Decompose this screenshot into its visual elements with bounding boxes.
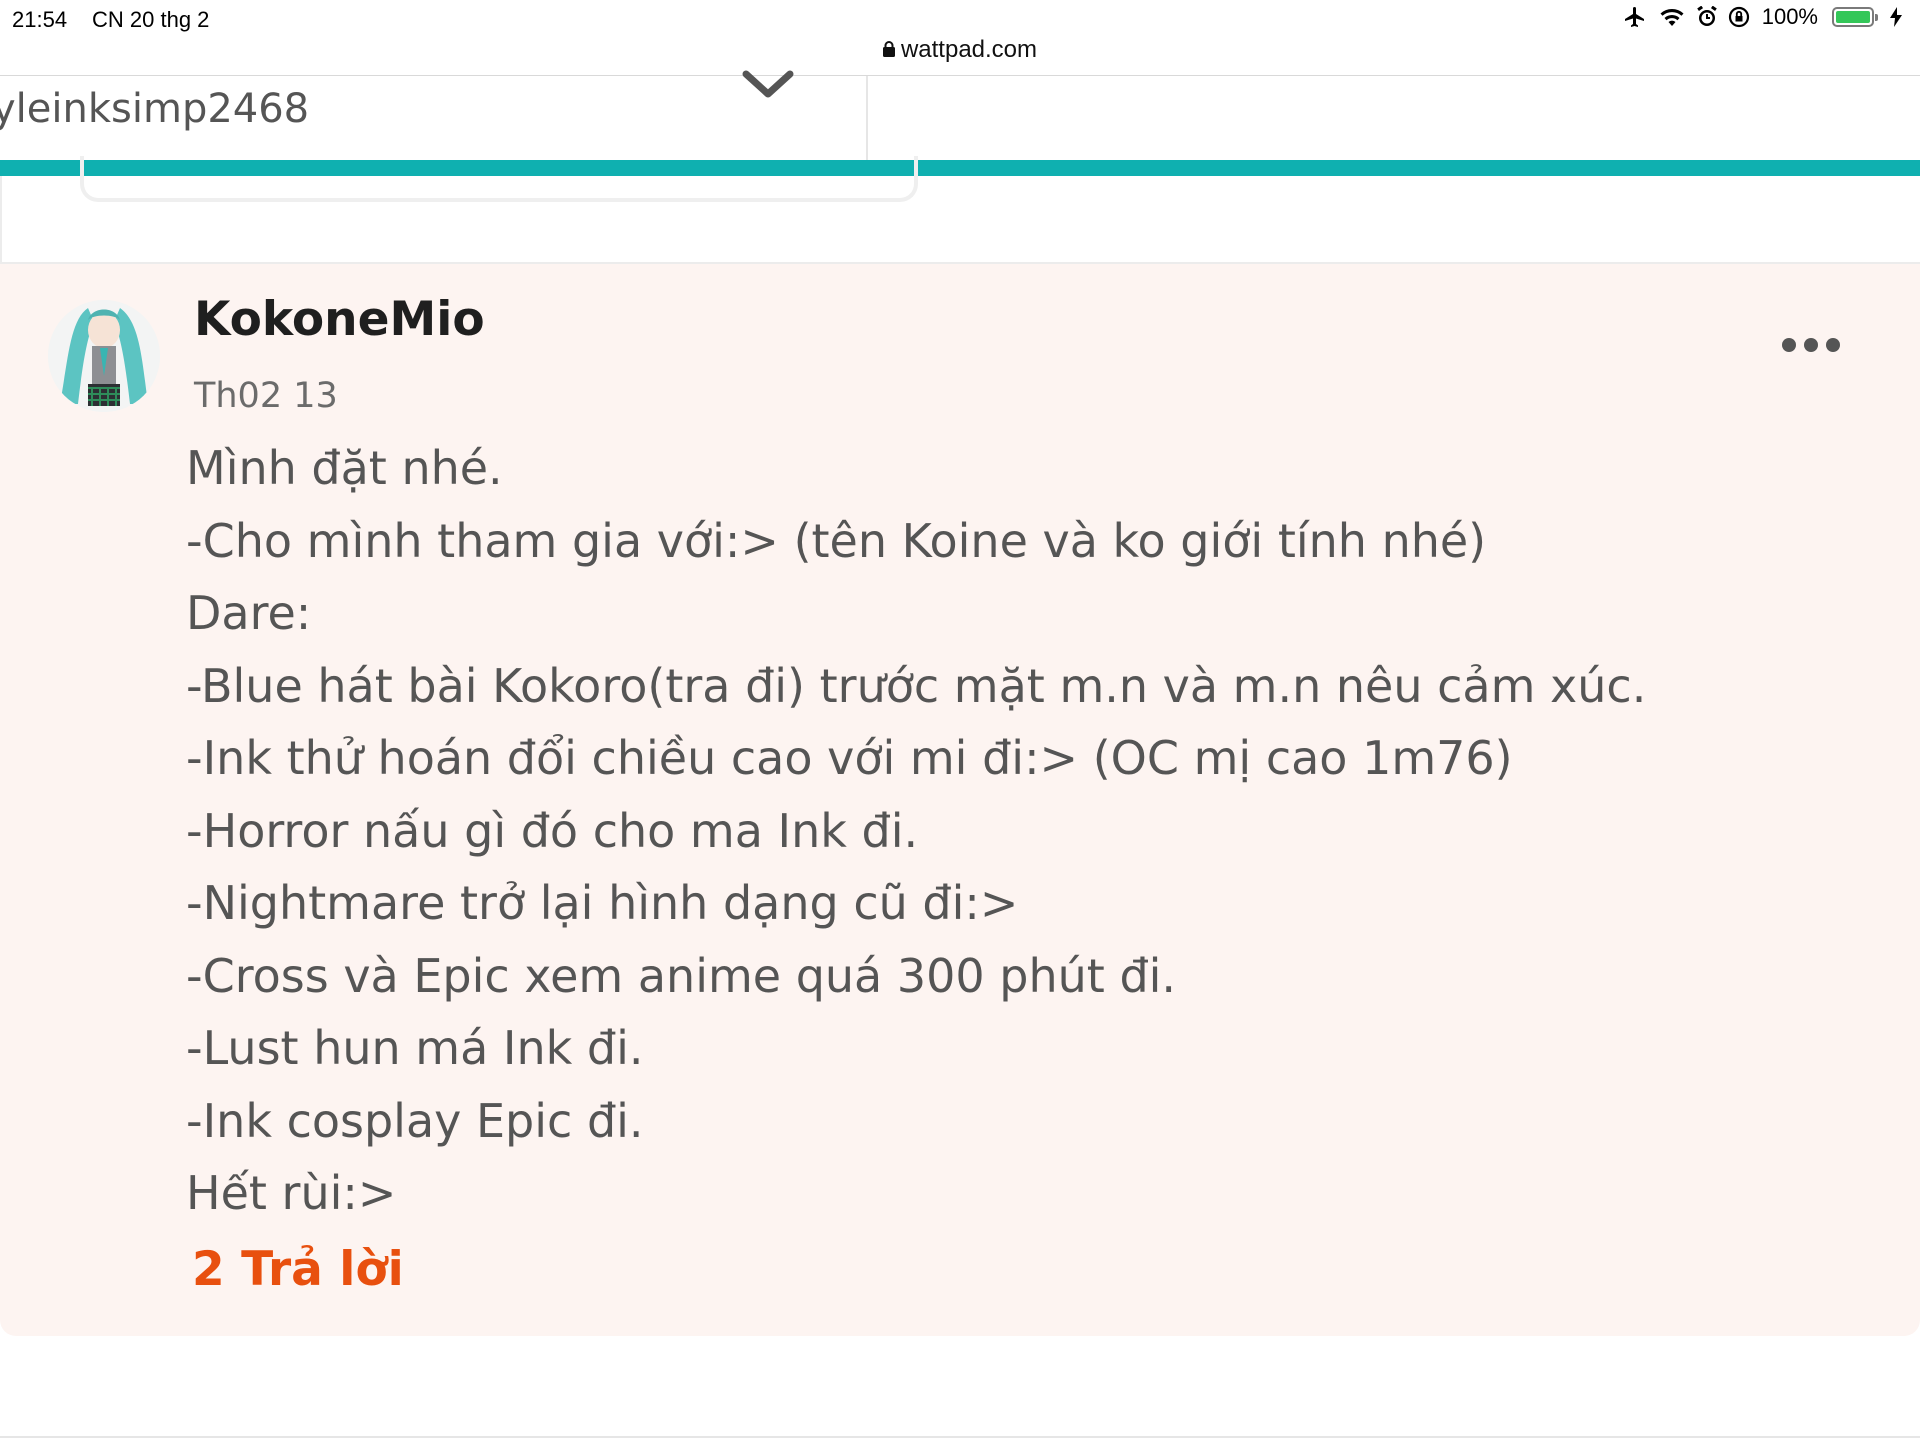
lock-icon <box>882 36 895 64</box>
more-dot <box>1826 338 1840 352</box>
dropdown-card-edge <box>80 156 918 202</box>
wifi-icon <box>1658 6 1686 28</box>
alarm-icon <box>1696 6 1718 28</box>
more-dot <box>1782 338 1796 352</box>
comment-line: -Blue hát bài Kokoro(tra đi) trước mặt m… <box>186 658 1647 713</box>
bottom-divider <box>0 1436 1920 1438</box>
url-bar[interactable]: wattpad.com <box>0 34 1920 74</box>
panel-edge <box>0 176 2 262</box>
comment-line: Dare: <box>186 586 312 640</box>
comment-line: -Horror nấu gì đó cho ma Ink đi. <box>186 803 919 858</box>
battery-percent: 100% <box>1761 4 1818 29</box>
status-date: CN 20 thg 2 <box>92 7 210 32</box>
battery-level <box>1836 11 1870 23</box>
username-label[interactable]: yleinksimp2468 <box>0 86 309 132</box>
comment-line: Mình đặt nhé. <box>186 441 503 495</box>
airplane-icon <box>1622 5 1648 29</box>
status-time: 21:54 <box>12 7 68 32</box>
comment-card: KokoneMio Th02 13 Mình đặt nhé. -Cho mìn… <box>0 264 1920 1336</box>
comment-line: -Lust hun má Ink đi. <box>186 1021 644 1075</box>
chevron-down-icon[interactable] <box>742 70 794 104</box>
comment-line: -Cho mình tham gia với:> (tên Koine và k… <box>186 513 1487 568</box>
comment-line: Hết rùi:> <box>186 1166 397 1220</box>
rotation-lock-icon <box>1728 6 1750 28</box>
status-icons: 100% <box>1622 4 1902 30</box>
url-domain: wattpad.com <box>900 36 1038 63</box>
header-lower-section <box>0 156 1920 264</box>
charging-icon <box>1890 7 1902 27</box>
replies-link[interactable]: 2 Trả lời <box>192 1242 404 1297</box>
comment-date: Th02 13 <box>194 376 338 416</box>
header-divider <box>866 76 868 160</box>
more-options-icon[interactable] <box>1782 338 1840 352</box>
more-dot <box>1804 338 1818 352</box>
comment-line: -Ink cosplay Epic đi. <box>186 1093 644 1148</box>
comment-line: -Cross và Epic xem anime quá 300 phút đi… <box>186 948 1177 1003</box>
page: 21:54 CN 20 thg 2 100% wattpad.com ylein… <box>0 0 1920 1440</box>
page-header: yleinksimp2468 <box>0 70 1920 160</box>
comment-body: Mình đặt nhé. -Cho mình tham gia với:> (… <box>186 432 1646 1230</box>
avatar[interactable] <box>48 300 160 412</box>
comment-author[interactable]: KokoneMio <box>194 292 485 347</box>
comment-line: -Ink thử hoán đổi chiều cao với mi đi:> … <box>186 731 1513 785</box>
comment-line: -Nightmare trở lại hình dạng cũ đi:> <box>186 876 1019 930</box>
battery-icon <box>1832 7 1878 27</box>
